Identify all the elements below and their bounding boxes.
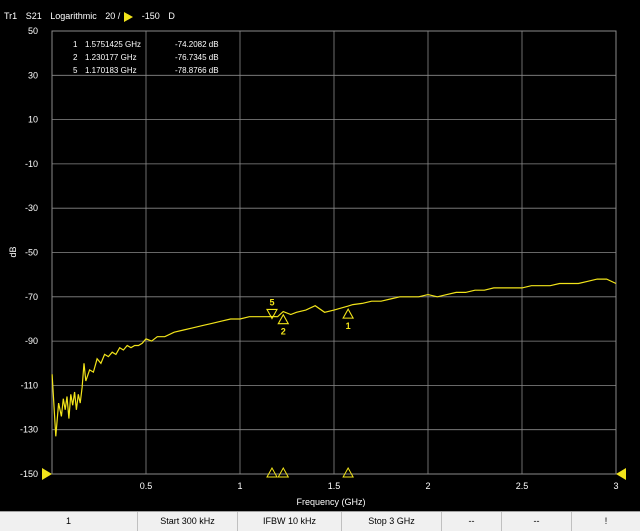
plot-grid: [51, 30, 617, 475]
y-tick-label: -70: [25, 292, 38, 302]
y-tick-label: 50: [28, 26, 38, 36]
marker-table-frequency: 1.230177 GHz: [85, 53, 137, 62]
y-tick-label: -110: [21, 380, 38, 390]
y-tick-label: -10: [25, 159, 38, 169]
x-tick-label: 2.5: [516, 481, 529, 491]
marker-1-label: 1: [346, 321, 351, 331]
status-start-frequency[interactable]: Start 300 kHz: [138, 512, 238, 531]
y-tick-label: -150: [20, 469, 38, 479]
marker-table-value: -78.8766 dB: [175, 66, 219, 75]
marker-table-value: -74.2082 dB: [175, 40, 219, 49]
marker-5-label: 5: [269, 297, 274, 307]
trace-plot[interactable]: 50 30 10 -10 -30 -50 -70 -90 -110 -130 -150 0.5 1 1.…: [0, 0, 640, 511]
y-tick-label: -90: [25, 336, 38, 346]
y-tick-label: -30: [25, 203, 38, 213]
vna-window: Tr1 S21 Logarithmic 20 / -150 D 50 30 10 -1…: [0, 0, 640, 531]
x-tick-label: 0.5: [140, 481, 153, 491]
reference-level-right-icon: [616, 468, 626, 480]
reference-level-left-icon: [42, 468, 52, 480]
marker-1-icon: [342, 307, 355, 319]
x-axis-label: Frequency (GHz): [296, 497, 365, 507]
marker-table-frequency: 1.170183 GHz: [85, 66, 137, 75]
marker-table-value: -76.7345 dB: [175, 53, 219, 62]
marker-2-label: 2: [281, 327, 286, 337]
status-field-1: --: [442, 512, 502, 531]
marker-5-axis-icon: [266, 466, 278, 478]
status-bar: 1 Start 300 kHz IFBW 10 kHz Stop 3 GHz -…: [0, 511, 640, 531]
marker-table-id: 1: [73, 40, 78, 49]
marker-table-id: 5: [73, 66, 78, 75]
x-tick-label: 2: [425, 481, 430, 491]
markers: 1 2 5: [266, 297, 355, 478]
x-tick-label: 1: [237, 481, 242, 491]
y-axis-label: dB: [8, 246, 18, 257]
y-tick-label: 10: [28, 115, 38, 125]
status-stop-frequency[interactable]: Stop 3 GHz: [342, 512, 442, 531]
marker-2-axis-icon: [277, 466, 290, 478]
status-field-2: --: [502, 512, 572, 531]
status-ifbw[interactable]: IFBW 10 kHz: [238, 512, 342, 531]
x-axis-ticks: 0.5 1 1.5 2 2.5 3: [140, 481, 619, 491]
y-tick-label: -50: [25, 248, 38, 258]
marker-1-axis-icon: [342, 466, 354, 478]
y-tick-label: 30: [28, 70, 38, 80]
x-tick-label: 1.5: [328, 481, 341, 491]
marker-2-icon: [277, 313, 290, 325]
y-tick-label: -130: [20, 425, 38, 435]
y-axis-ticks: 50 30 10 -10 -30 -50 -70 -90 -110 -130 -150: [20, 26, 38, 479]
status-field-3: !: [604, 516, 608, 526]
status-channel[interactable]: 1: [0, 512, 138, 531]
marker-table-frequency: 1.5751425 GHz: [85, 40, 141, 49]
x-tick-label: 3: [613, 481, 618, 491]
marker-table-id: 2: [73, 53, 78, 62]
